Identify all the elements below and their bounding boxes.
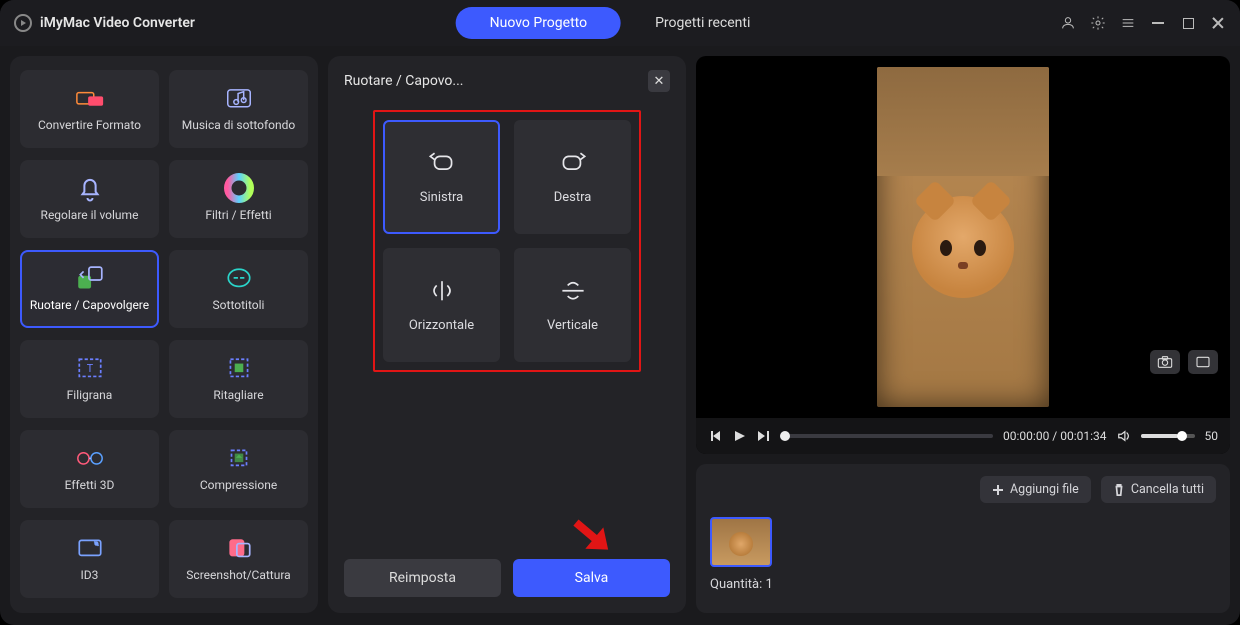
prev-button[interactable]: [708, 429, 722, 443]
sidebar-item-watermark[interactable]: T Filigrana: [20, 340, 159, 418]
id3-icon: [75, 536, 105, 560]
rotate-option-label: Destra: [554, 190, 592, 205]
svg-text:T: T: [86, 362, 93, 375]
app-title: iMyMac Video Converter: [40, 15, 195, 31]
flip-option-vertical[interactable]: Verticale: [514, 248, 631, 362]
clear-all-label: Cancella tutti: [1131, 482, 1204, 497]
right-column: 00:00:00 / 00:01:34 50 Aggiungi file Can…: [696, 56, 1230, 613]
screenshot-icon: [224, 536, 254, 560]
sidebar-item-label: Ritagliare: [213, 388, 263, 402]
volume-value: 50: [1205, 429, 1219, 443]
tab-recent-projects[interactable]: Progetti recenti: [621, 7, 784, 39]
preview-frame-image: [877, 67, 1049, 407]
titlebar-actions: [1060, 15, 1226, 31]
rotate-panel: Ruotare / Capovo... ✕ Sinistra Destra O: [328, 56, 686, 613]
sidebar-item-rotate-flip[interactable]: Ruotare / Capovolgere: [20, 250, 159, 328]
sidebar-item-label: Compressione: [200, 478, 277, 492]
account-icon[interactable]: [1060, 15, 1076, 31]
music-icon: [224, 86, 254, 110]
rotate-option-right[interactable]: Destra: [514, 120, 631, 234]
flip-vertical-icon: [556, 278, 590, 304]
color-wheel-icon: [224, 176, 254, 200]
sidebar-item-label: Effetti 3D: [65, 478, 115, 492]
sidebar-item-label: Screenshot/Cattura: [186, 568, 290, 582]
sidebar-item-convert-format[interactable]: Convertire Formato: [20, 70, 159, 148]
sidebar-item-id3[interactable]: ID3: [20, 520, 159, 598]
app-window: iMyMac Video Converter Nuovo Progetto Pr…: [0, 0, 1240, 625]
window-maximize-icon[interactable]: [1180, 15, 1196, 31]
watermark-icon: T: [75, 356, 105, 380]
plus-icon: [992, 484, 1004, 496]
titlebar: iMyMac Video Converter Nuovo Progetto Pr…: [0, 0, 1240, 46]
sidebar-item-subtitles[interactable]: Sottotitoli: [169, 250, 308, 328]
panel-title: Ruotare / Capovo...: [344, 73, 464, 89]
top-tabs: Nuovo Progetto Progetti recenti: [456, 7, 785, 39]
fullscreen-button[interactable]: [1188, 350, 1218, 374]
seek-slider[interactable]: [780, 434, 993, 438]
sidebar-item-filters[interactable]: Filtri / Effetti: [169, 160, 308, 238]
rotate-option-left[interactable]: Sinistra: [383, 120, 500, 234]
sidebar-item-label: Filtri / Effetti: [205, 208, 271, 222]
preview-stage: [696, 56, 1230, 418]
rotate-option-label: Sinistra: [420, 190, 463, 205]
sidebar-item-3d-effects[interactable]: Effetti 3D: [20, 430, 159, 508]
file-thumbnail[interactable]: [710, 517, 772, 567]
trash-icon: [1113, 484, 1125, 496]
sidebar-item-volume[interactable]: Regolare il volume: [20, 160, 159, 238]
highlight-frame: Sinistra Destra Orizzontale Verticale: [373, 110, 641, 372]
panel-close-button[interactable]: ✕: [648, 70, 670, 92]
flip-option-horizontal[interactable]: Orizzontale: [383, 248, 500, 362]
sidebar-item-label: Filigrana: [67, 388, 113, 402]
quantity-label: Quantità: 1: [710, 577, 1216, 592]
bell-icon: [75, 176, 105, 200]
rotate-left-icon: [425, 150, 459, 176]
convert-icon: [75, 86, 105, 110]
play-button[interactable]: [732, 429, 746, 443]
volume-icon[interactable]: [1117, 429, 1131, 443]
add-file-button[interactable]: Aggiungi file: [980, 476, 1091, 503]
sidebar-item-compression[interactable]: Compressione: [169, 430, 308, 508]
file-box: Aggiungi file Cancella tutti Quantità: 1: [696, 464, 1230, 613]
sidebar-item-crop[interactable]: Ritagliare: [169, 340, 308, 418]
menu-icon[interactable]: [1120, 15, 1136, 31]
sidebar-item-background-music[interactable]: Musica di sottofondo: [169, 70, 308, 148]
rotate-option-label: Verticale: [547, 318, 598, 333]
subtitle-icon: [224, 266, 254, 290]
video-preview: 00:00:00 / 00:01:34 50: [696, 56, 1230, 454]
snapshot-button[interactable]: [1150, 350, 1180, 374]
rotate-icon: [75, 266, 105, 290]
sidebar-item-label: Regolare il volume: [41, 208, 139, 222]
compress-icon: [224, 446, 254, 470]
sidebar-item-label: Musica di sottofondo: [182, 118, 296, 132]
sidebar-item-label: ID3: [81, 568, 99, 582]
glasses-3d-icon: [75, 446, 105, 470]
app-logo-icon: [14, 14, 32, 32]
sidebar: Convertire Formato Musica di sottofondo …: [10, 56, 318, 613]
settings-icon[interactable]: [1090, 15, 1106, 31]
tab-new-project[interactable]: Nuovo Progetto: [456, 7, 621, 39]
volume-slider[interactable]: [1141, 434, 1195, 438]
rotate-right-icon: [556, 150, 590, 176]
time-display: 00:00:00 / 00:01:34: [1003, 429, 1106, 443]
window-close-icon[interactable]: [1210, 15, 1226, 31]
add-file-label: Aggiungi file: [1010, 482, 1079, 497]
rotate-option-label: Orizzontale: [409, 318, 474, 333]
next-button[interactable]: [756, 429, 770, 443]
player-controls: 00:00:00 / 00:01:34 50: [696, 418, 1230, 454]
window-minimize-icon[interactable]: [1150, 15, 1166, 31]
crop-icon: [224, 356, 254, 380]
sidebar-item-label: Convertire Formato: [38, 118, 141, 132]
clear-all-button[interactable]: Cancella tutti: [1101, 476, 1216, 503]
sidebar-item-screenshot[interactable]: Screenshot/Cattura: [169, 520, 308, 598]
sidebar-item-label: Sottotitoli: [213, 298, 265, 312]
main-body: Convertire Formato Musica di sottofondo …: [0, 46, 1240, 625]
reset-button[interactable]: Reimposta: [344, 559, 501, 597]
sidebar-item-label: Ruotare / Capovolgere: [30, 298, 149, 312]
flip-horizontal-icon: [425, 278, 459, 304]
